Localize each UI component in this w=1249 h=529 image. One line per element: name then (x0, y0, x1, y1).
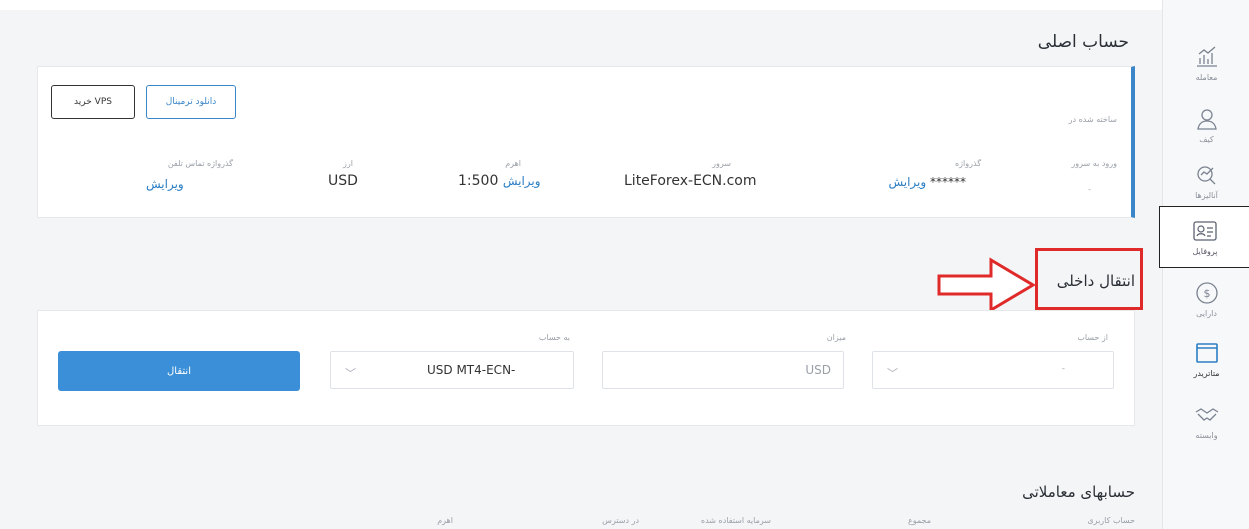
transfer-card: از حساب ﹀ - میزان USD به حساب ﹀ USD MT4-… (37, 310, 1135, 426)
to-account-label: به حساب (538, 333, 570, 342)
password-label: گذرواژه (954, 159, 981, 168)
currency-label: ارز (343, 159, 353, 168)
leverage-edit-link[interactable]: ویرایش (503, 174, 541, 188)
trading-accounts-title: حسابهای معاملاتی (1022, 483, 1135, 501)
sidebar-item-label: دارایی (1196, 309, 1217, 318)
top-strip (0, 0, 1249, 10)
sidebar-item-label: آنالیزها (1195, 191, 1218, 200)
phone-password-label: گذرواژه تماس تلفن (167, 159, 233, 168)
chart-icon (1196, 46, 1217, 67)
sidebar-item-trade[interactable]: معامله (1163, 32, 1249, 94)
handshake-icon (1195, 408, 1218, 421)
download-terminal-button[interactable]: دانلود ترمینال (146, 85, 236, 119)
user-icon (1196, 109, 1217, 130)
phone-password-edit-link[interactable]: ویرایش (146, 177, 184, 191)
profile-card-icon (1193, 221, 1217, 241)
column-header: سرمایه استفاده شده (700, 516, 771, 525)
sidebar-item-label: متاتریدر (1193, 369, 1220, 378)
sidebar-item-analysis[interactable]: آنالیزها (1163, 150, 1249, 212)
sidebar-item-profile[interactable]: پروفایل (1159, 206, 1249, 268)
page-title: حساب اصلی (1037, 32, 1129, 52)
to-account-select[interactable]: ﹀ USD MT4-ECN- (330, 351, 574, 389)
leverage-value: 1:500 (458, 173, 499, 189)
sidebar-item-label: وابسته (1195, 431, 1218, 440)
created-in-label: ساخته شده در (1068, 115, 1117, 124)
main-account-card: خرید VPS دانلود ترمینال ساخته شده در ورو… (37, 66, 1135, 218)
leverage-label: اهرم (505, 159, 521, 168)
column-header: در دسترس (602, 516, 639, 525)
sidebar-item-wallet[interactable]: کیف (1163, 94, 1249, 156)
chevron-down-icon: ﹀ (345, 367, 356, 380)
amount-label: میزان (826, 333, 846, 342)
from-account-label: از حساب (1077, 333, 1108, 342)
sidebar-item-label: کیف (1199, 135, 1214, 144)
from-account-value: - (1061, 364, 1065, 374)
from-account-select[interactable]: ﹀ - (872, 351, 1114, 389)
amount-currency: USD (805, 363, 831, 377)
currency-value: USD (328, 173, 358, 189)
password-value: ****** (930, 175, 966, 189)
sidebar-item-metatrader[interactable]: متاتریدر (1163, 328, 1249, 390)
amount-input[interactable]: USD (602, 351, 844, 389)
password-edit-link[interactable]: ویرایش (888, 175, 926, 189)
highlight-box (1035, 248, 1143, 310)
login-label: ورود به سرور (1071, 159, 1117, 168)
leverage-value-row: ویرایش 1:500 (458, 173, 541, 189)
sidebar-item-label: پروفایل (1192, 247, 1218, 256)
sidebar-item-assets[interactable]: $ دارایی (1163, 268, 1249, 330)
server-label: سرور (712, 159, 731, 168)
to-account-value: USD MT4-ECN- (427, 363, 516, 377)
sidebar-item-affiliate[interactable]: وابسته (1163, 390, 1249, 452)
arrow-icon (937, 257, 1036, 313)
column-header: اهرم (437, 516, 453, 525)
chevron-down-icon: ﹀ (887, 367, 898, 380)
login-value: - (1088, 185, 1091, 194)
transfer-button[interactable]: انتقال (58, 351, 300, 391)
svg-text:$: $ (1203, 287, 1210, 300)
sidebar: معامله کیف آنالیزها پروفایل $ دارایی متا… (1159, 0, 1249, 529)
column-header: مجموع (908, 516, 931, 525)
buy-vps-button[interactable]: خرید VPS (51, 85, 135, 119)
window-icon (1195, 343, 1218, 363)
password-value-row: ****** ویرایش (888, 175, 966, 189)
server-value: LiteForex-ECN.com (624, 173, 757, 189)
dollar-icon: $ (1195, 282, 1218, 304)
analysis-icon (1196, 166, 1215, 185)
sidebar-item-label: معامله (1195, 73, 1218, 82)
column-header: حساب کاربری (1087, 516, 1135, 525)
